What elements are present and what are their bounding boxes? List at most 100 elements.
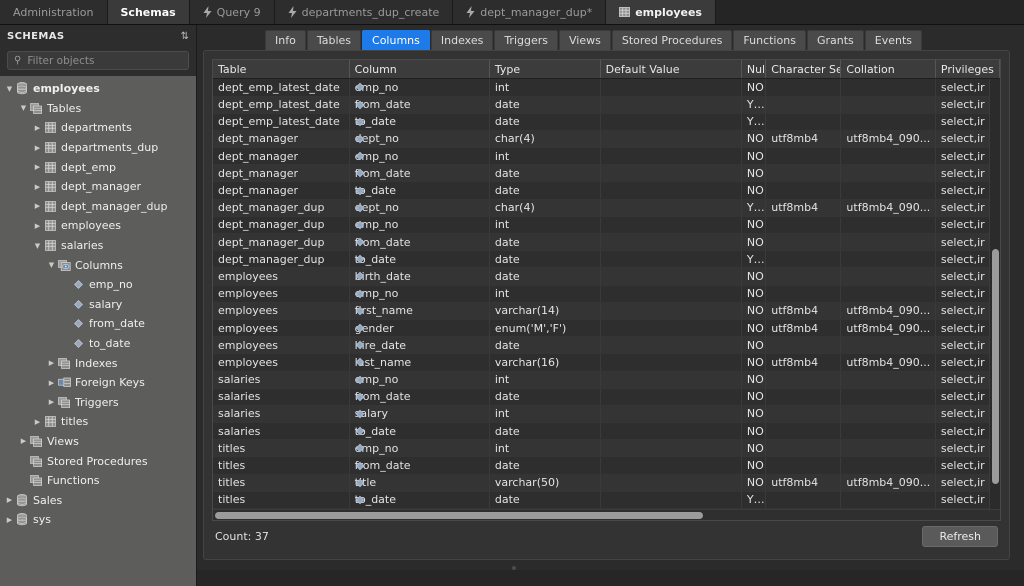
window-tab-employees[interactable]: employees (606, 0, 716, 24)
chevron-down-icon[interactable]: ▼ (18, 104, 29, 112)
filter-objects-input[interactable]: ⚲ Filter objects (7, 51, 189, 70)
cell-default-value[interactable] (600, 147, 742, 166)
cell-nullable[interactable]: YES (741, 113, 767, 131)
cell-default-value[interactable] (600, 199, 742, 217)
cell-nullable[interactable]: NO (741, 147, 767, 166)
cell-nullable[interactable]: NO (741, 336, 767, 355)
cell-collation[interactable] (840, 422, 936, 441)
table-row[interactable]: employees birth_date date NO select,ir (213, 267, 1000, 286)
cell-table[interactable]: dept_manager (213, 147, 350, 166)
tree-item-emp-no[interactable]: emp_no (0, 275, 196, 295)
cell-type[interactable]: date (489, 250, 601, 269)
tree-item-functions[interactable]: Functions (0, 471, 196, 491)
cell-default-value[interactable] (600, 96, 742, 114)
cell-default-value[interactable] (600, 336, 742, 355)
cell-nullable[interactable]: NO (741, 405, 767, 424)
cell-nullable[interactable]: YES (741, 491, 767, 509)
cell-type[interactable]: date (489, 113, 601, 131)
window-tab-schemas[interactable]: Schemas (107, 0, 190, 24)
cell-character-set[interactable] (765, 456, 842, 475)
cell-character-set[interactable] (765, 181, 842, 200)
cell-table[interactable]: dept_manager_dup (213, 250, 350, 269)
cell-character-set[interactable] (765, 491, 842, 509)
cell-column[interactable]: from_date (349, 96, 490, 114)
cell-collation[interactable]: utf8mb4_090... (840, 353, 936, 372)
table-row[interactable]: employees hire_date date NO select,ir (213, 336, 1000, 355)
grid-vertical-scroll-thumb[interactable] (992, 248, 999, 484)
cell-default-value[interactable] (600, 439, 742, 458)
cell-default-value[interactable] (600, 388, 742, 406)
cell-column[interactable]: emp_no (349, 216, 490, 235)
cell-column[interactable]: title (349, 474, 490, 492)
cell-character-set[interactable]: utf8mb4 (765, 474, 842, 492)
cell-collation[interactable] (840, 181, 936, 200)
chevron-right-icon[interactable]: ▶ (18, 437, 29, 445)
cell-column[interactable]: to_date (349, 422, 490, 441)
table-row[interactable]: employees first_name varchar(14) NO utf8mb4 u… (213, 302, 1000, 320)
chevron-right-icon[interactable]: ▶ (4, 516, 15, 524)
cell-column[interactable]: from_date (349, 164, 490, 183)
table-row[interactable]: titles from_date date NO select,ir (213, 456, 1000, 475)
cell-type[interactable]: date (489, 233, 601, 252)
cell-nullable[interactable]: YES (741, 199, 767, 217)
cell-type[interactable]: int (489, 439, 601, 458)
schema-tree[interactable]: ▼ employees ▼ Tables ▶ departments ▶ department… (0, 76, 196, 586)
cell-collation[interactable] (840, 456, 936, 475)
cell-collation[interactable] (840, 164, 936, 183)
tree-item-from-date[interactable]: from_date (0, 314, 196, 334)
cell-table[interactable]: titles (213, 491, 350, 509)
cell-type[interactable]: date (489, 456, 601, 475)
tree-item-dept-emp[interactable]: ▶ dept_emp (0, 157, 196, 177)
cell-character-set[interactable] (765, 371, 842, 389)
chevron-right-icon[interactable]: ▶ (46, 379, 57, 387)
cell-column[interactable]: last_name (349, 353, 490, 372)
column-header-collation[interactable]: Collation (840, 59, 936, 80)
cell-default-value[interactable] (600, 474, 742, 492)
cell-default-value[interactable] (600, 491, 742, 509)
table-row[interactable]: salaries from_date date NO select,ir (213, 388, 1000, 406)
cell-nullable[interactable]: NO (741, 456, 767, 475)
cell-column[interactable]: emp_no (349, 285, 490, 303)
window-tab-query-9[interactable]: Query 9 (189, 0, 275, 24)
cell-character-set[interactable]: utf8mb4 (765, 199, 842, 217)
window-tab-departments-dup-create[interactable]: departments_dup_create (274, 0, 454, 24)
tree-item-employees[interactable]: ▶ employees (0, 216, 196, 236)
cell-type[interactable]: int (489, 147, 601, 166)
cell-type[interactable]: int (489, 216, 601, 235)
tree-item-dept-manager[interactable]: ▶ dept_manager (0, 177, 196, 197)
cell-character-set[interactable] (765, 439, 842, 458)
refresh-icon[interactable]: ⇅ (181, 31, 189, 42)
grid-vertical-scrollbar[interactable] (989, 78, 1000, 509)
cell-type[interactable]: date (489, 164, 601, 183)
cell-character-set[interactable] (765, 405, 842, 424)
cell-nullable[interactable]: NO (741, 353, 767, 372)
column-header-privileges[interactable]: Privileges (935, 59, 1000, 80)
cell-collation[interactable] (840, 216, 936, 235)
cell-character-set[interactable] (765, 422, 842, 441)
cell-collation[interactable] (840, 336, 936, 355)
cell-default-value[interactable] (600, 302, 742, 320)
cell-collation[interactable] (840, 147, 936, 166)
chevron-right-icon[interactable]: ▶ (32, 202, 43, 210)
grid-horizontal-scrollbar[interactable] (213, 509, 1000, 520)
cell-collation[interactable]: utf8mb4_090... (840, 302, 936, 320)
tab-functions[interactable]: Functions (733, 29, 806, 50)
table-row[interactable]: salaries emp_no int NO select,ir (213, 371, 1000, 389)
cell-nullable[interactable]: YES (741, 96, 767, 114)
cell-table[interactable]: titles (213, 474, 350, 492)
chevron-right-icon[interactable]: ▶ (46, 398, 57, 406)
tab-columns[interactable]: Columns (362, 29, 430, 50)
cell-type[interactable]: int (489, 78, 601, 97)
table-row[interactable]: dept_manager dept_no char(4) NO utf8mb4 utf8m… (213, 130, 1000, 149)
cell-type[interactable]: enum('M','F') (489, 319, 601, 338)
tab-indexes[interactable]: Indexes (430, 29, 494, 50)
cell-column[interactable]: emp_no (349, 147, 490, 166)
chevron-down-icon[interactable]: ▼ (46, 261, 57, 269)
table-row[interactable]: titles title varchar(50) NO utf8mb4 utf8mb4_0… (213, 474, 1000, 492)
cell-nullable[interactable]: NO (741, 285, 767, 303)
column-header-type[interactable]: Type (489, 59, 601, 80)
table-row[interactable]: dept_manager_dup to_date date YES select,ir (213, 250, 1000, 269)
cell-nullable[interactable]: NO (741, 371, 767, 389)
cell-collation[interactable] (840, 78, 936, 97)
cell-column[interactable]: to_date (349, 113, 490, 131)
